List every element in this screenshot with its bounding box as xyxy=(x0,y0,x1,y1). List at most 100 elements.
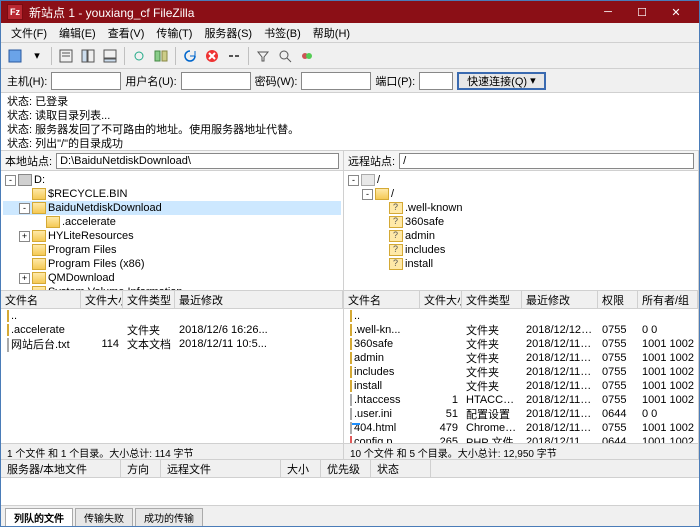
expand-icon[interactable]: - xyxy=(5,175,16,186)
tree-row[interactable]: install xyxy=(346,257,696,271)
tree-row[interactable]: .well-known xyxy=(346,201,696,215)
column-header[interactable]: 文件名 xyxy=(344,291,420,309)
dropdown-icon[interactable]: ▾ xyxy=(27,46,47,66)
tree-row[interactable]: +QMDownload xyxy=(3,271,341,285)
bottom-tab[interactable]: 成功的传输 xyxy=(135,508,203,526)
column-header[interactable]: 文件类型 xyxy=(462,291,522,309)
bottom-tab[interactable]: 列队的文件 xyxy=(5,508,73,526)
queue-list[interactable] xyxy=(1,478,699,506)
queue-column[interactable]: 大小 xyxy=(281,460,321,477)
tree-row[interactable]: 360safe xyxy=(346,215,696,229)
minimize-button[interactable]: ─ xyxy=(591,1,625,23)
menu-item[interactable]: 编辑(E) xyxy=(53,23,102,43)
close-button[interactable]: ✕ xyxy=(659,1,693,23)
disconnect-button[interactable] xyxy=(224,46,244,66)
menu-item[interactable]: 查看(V) xyxy=(102,23,151,43)
compare-button[interactable] xyxy=(151,46,171,66)
tree-row[interactable]: -D: xyxy=(3,173,341,187)
queue-column[interactable]: 优先级 xyxy=(321,460,371,477)
menu-item[interactable]: 传输(T) xyxy=(150,23,198,43)
file-row[interactable]: 网站后台.txt114文本文档2018/12/11 10:5... xyxy=(1,337,343,351)
pass-input[interactable] xyxy=(301,72,371,90)
expand-icon[interactable]: - xyxy=(19,203,30,214)
remote-path-input[interactable] xyxy=(399,153,694,169)
tree-row[interactable]: admin xyxy=(346,229,696,243)
tree-row[interactable]: $RECYCLE.BIN xyxy=(3,187,341,201)
tree-row[interactable]: -/ xyxy=(346,173,696,187)
expand-icon[interactable]: - xyxy=(348,175,359,186)
refresh-button[interactable] xyxy=(180,46,200,66)
local-pane: 本地站点: -D:$RECYCLE.BIN-BaiduNetdiskDownlo… xyxy=(1,151,344,459)
queue-column[interactable]: 服务器/本地文件 xyxy=(1,460,121,477)
tree-row[interactable]: +HYLiteResources xyxy=(3,229,341,243)
file-row[interactable]: .. xyxy=(344,309,698,323)
file-row[interactable]: config.p...265PHP 文件2018/12/11 1...06441… xyxy=(344,435,698,443)
toggle-log-button[interactable] xyxy=(56,46,76,66)
local-tree[interactable]: -D:$RECYCLE.BIN-BaiduNetdiskDownload.acc… xyxy=(1,171,343,291)
file-row[interactable]: .htaccess1HTACCES...2018/12/11 1...07551… xyxy=(344,393,698,407)
file-row[interactable]: 360safe文件夹2018/12/11 1...07551001 1002 xyxy=(344,337,698,351)
quickconnect-button[interactable]: 快速连接(Q) ▾ xyxy=(457,72,545,90)
column-header[interactable]: 最近修改 xyxy=(175,291,343,309)
drive-icon xyxy=(18,174,32,186)
local-list-header[interactable]: 文件名文件大小文件类型最近修改 xyxy=(1,291,343,309)
folder-icon xyxy=(350,366,352,378)
sitemanager-button[interactable] xyxy=(5,46,25,66)
file-row[interactable]: .accelerate文件夹2018/12/6 16:26... xyxy=(1,323,343,337)
tree-row[interactable]: includes xyxy=(346,243,696,257)
tree-row[interactable]: .accelerate xyxy=(3,215,341,229)
column-header[interactable]: 文件大小 xyxy=(420,291,462,309)
toggle-queue-button[interactable] xyxy=(100,46,120,66)
menu-item[interactable]: 帮助(H) xyxy=(307,23,356,43)
port-label: 端口(P): xyxy=(375,73,415,89)
file-row[interactable]: admin文件夹2018/12/11 1...07551001 1002 xyxy=(344,351,698,365)
search-button[interactable] xyxy=(275,46,295,66)
column-header[interactable]: 文件类型 xyxy=(123,291,175,309)
expand-icon[interactable]: + xyxy=(19,273,30,284)
port-input[interactable] xyxy=(419,72,453,90)
column-header[interactable]: 文件名 xyxy=(1,291,81,309)
user-input[interactable] xyxy=(181,72,251,90)
file-row[interactable]: 404.html479Chrome H...2018/12/11 1...075… xyxy=(344,421,698,435)
expand-icon[interactable]: + xyxy=(19,231,30,242)
column-header[interactable]: 文件大小 xyxy=(81,291,123,309)
speed-button[interactable] xyxy=(297,46,317,66)
q-icon xyxy=(389,230,403,242)
local-path-input[interactable] xyxy=(56,153,339,169)
queue-column[interactable]: 方向 xyxy=(121,460,161,477)
menu-item[interactable]: 服务器(S) xyxy=(198,23,258,43)
column-header[interactable]: 所有者/组 xyxy=(638,291,698,309)
host-input[interactable] xyxy=(51,72,121,90)
remote-file-list[interactable]: ...well-kn...文件夹2018/12/12 1...07550 036… xyxy=(344,309,698,443)
sync-button[interactable] xyxy=(129,46,149,66)
remote-tree[interactable]: -/-/.well-known360safeadminincludesinsta… xyxy=(344,171,698,291)
maximize-button[interactable]: ☐ xyxy=(625,1,659,23)
tree-row[interactable]: -BaiduNetdiskDownload xyxy=(3,201,341,215)
column-header[interactable]: 最近修改 xyxy=(522,291,598,309)
stop-button[interactable] xyxy=(202,46,222,66)
queue-header[interactable]: 服务器/本地文件方向远程文件大小优先级状态 xyxy=(1,460,699,478)
menu-item[interactable]: 书签(B) xyxy=(258,23,307,43)
file-row[interactable]: includes文件夹2018/12/11 1...07551001 1002 xyxy=(344,365,698,379)
folder-icon xyxy=(46,216,60,228)
toolbar: ▾ xyxy=(1,43,699,69)
toggle-tree-button[interactable] xyxy=(78,46,98,66)
bottom-tab[interactable]: 传输失败 xyxy=(75,508,133,526)
menu-item[interactable]: 文件(F) xyxy=(5,23,53,43)
tree-row[interactable]: Program Files (x86) xyxy=(3,257,341,271)
tree-row[interactable]: Program Files xyxy=(3,243,341,257)
local-file-list[interactable]: ...accelerate文件夹2018/12/6 16:26...网站后台.t… xyxy=(1,309,343,443)
file-row[interactable]: .user.ini51配置设置2018/12/11 1...06440 0 xyxy=(344,407,698,421)
file-row[interactable]: .. xyxy=(1,309,343,323)
q-icon xyxy=(389,202,403,214)
tree-row[interactable]: -/ xyxy=(346,187,696,201)
local-path-label: 本地站点: xyxy=(5,153,52,169)
expand-icon[interactable]: - xyxy=(362,189,373,200)
column-header[interactable]: 权限 xyxy=(598,291,638,309)
file-row[interactable]: install文件夹2018/12/11 1...07551001 1002 xyxy=(344,379,698,393)
remote-list-header[interactable]: 文件名文件大小文件类型最近修改权限所有者/组 xyxy=(344,291,698,309)
queue-column[interactable]: 远程文件 xyxy=(161,460,281,477)
filter-button[interactable] xyxy=(253,46,273,66)
queue-column[interactable]: 状态 xyxy=(371,460,431,477)
file-row[interactable]: .well-kn...文件夹2018/12/12 1...07550 0 xyxy=(344,323,698,337)
